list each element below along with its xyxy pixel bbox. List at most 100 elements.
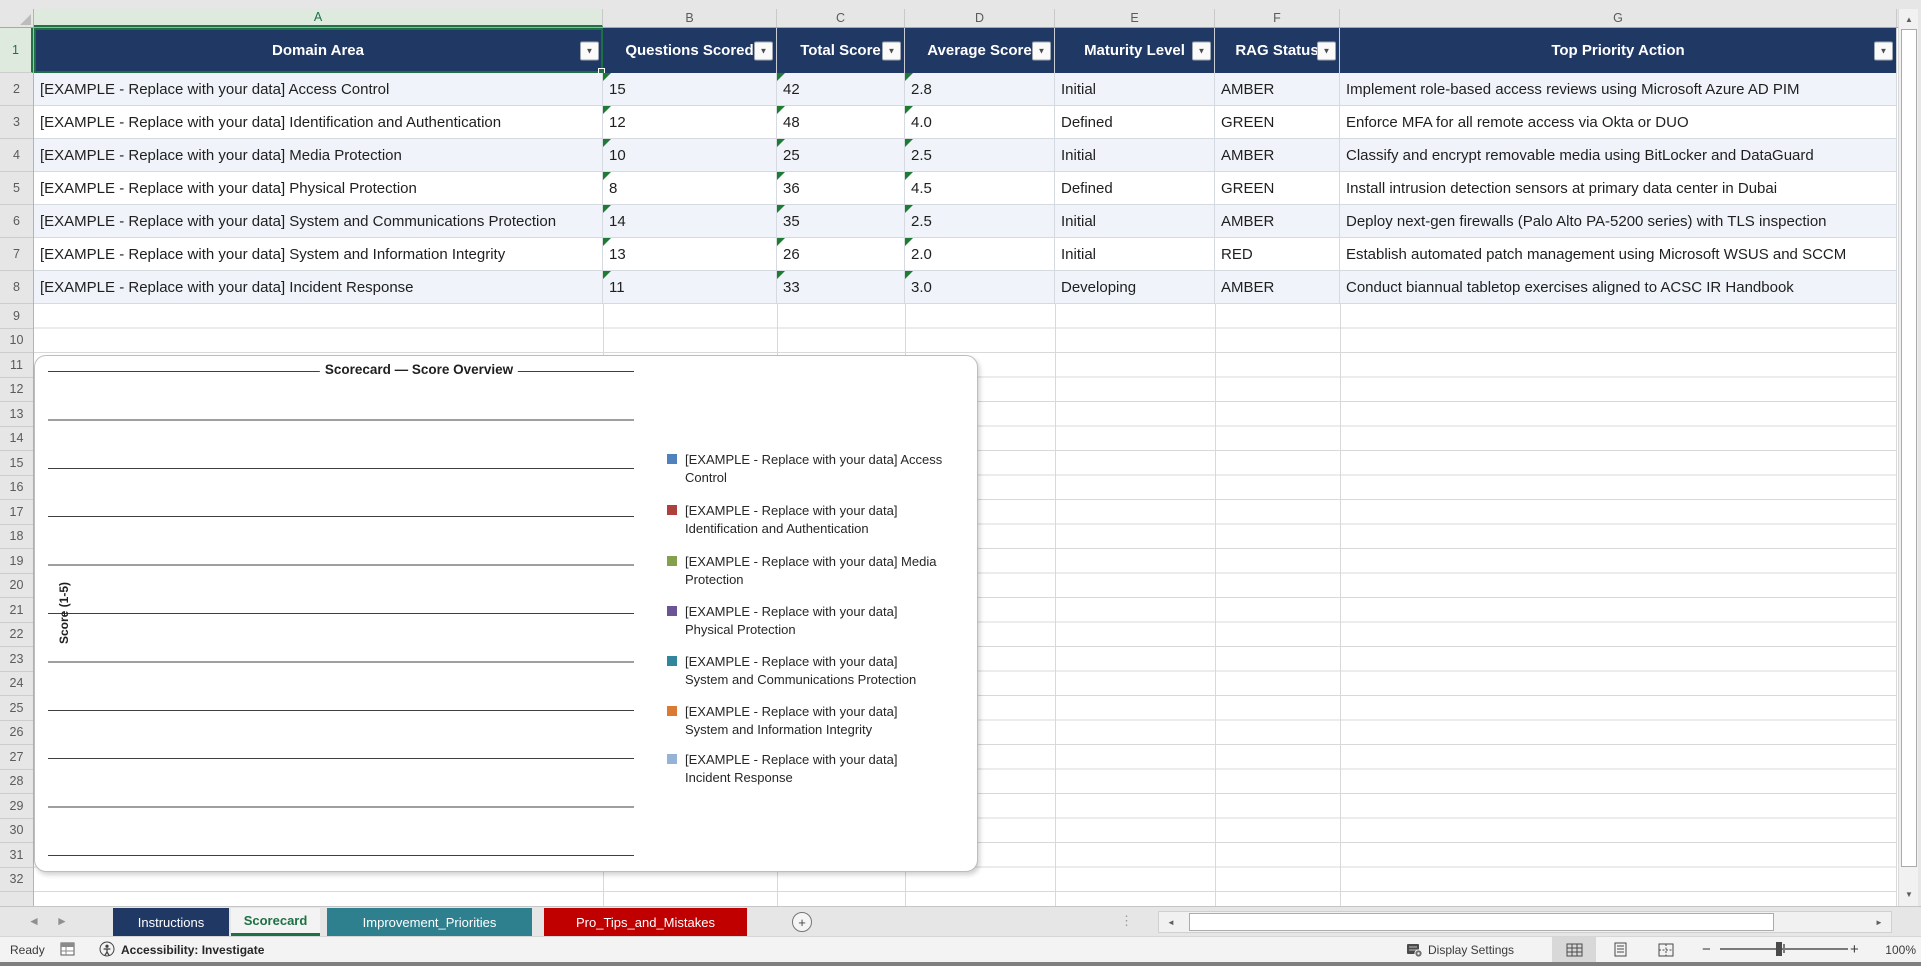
display-settings-button[interactable]: Display Settings bbox=[1406, 937, 1514, 962]
sheet-grid[interactable]: Domain Area ▼ Questions Scored ▼ Total Sco… bbox=[34, 28, 1897, 906]
table-cell[interactable]: 10 bbox=[603, 139, 777, 172]
table-cell[interactable]: AMBER bbox=[1215, 139, 1340, 172]
filter-button[interactable]: ▼ bbox=[1317, 41, 1336, 60]
chart-scorecard-overview[interactable]: Scorecard — Score Overview Score (1-5) [… bbox=[34, 355, 978, 872]
sheet-tab-scorecard[interactable]: Scorecard bbox=[231, 908, 320, 936]
header-cell-domain-area[interactable]: Domain Area ▼ bbox=[34, 28, 603, 73]
chart-legend[interactable]: [EXAMPLE - Replace with your data] Acces… bbox=[667, 356, 972, 871]
table-cell[interactable]: GREEN bbox=[1215, 172, 1340, 205]
legend-item[interactable]: [EXAMPLE - Replace with your data] Acces… bbox=[667, 451, 967, 487]
table-cell[interactable]: Initial bbox=[1055, 139, 1215, 172]
filter-button[interactable]: ▼ bbox=[1032, 41, 1051, 60]
row-header-4[interactable]: 4 bbox=[0, 139, 33, 172]
row-header-8[interactable]: 8 bbox=[0, 271, 33, 304]
row-header-24[interactable]: 24 bbox=[0, 672, 33, 696]
row-header-30[interactable]: 30 bbox=[0, 819, 33, 843]
row-header-23[interactable]: 23 bbox=[0, 647, 33, 672]
zoom-slider-thumb[interactable] bbox=[1776, 942, 1782, 956]
table-cell[interactable]: Enforce MFA for all remote access via Ok… bbox=[1340, 106, 1897, 139]
table-cell[interactable]: 15 bbox=[603, 73, 777, 106]
table-cell[interactable]: 2.8 bbox=[905, 73, 1055, 106]
header-cell-top-priority-action[interactable]: Top Priority Action ▼ bbox=[1340, 28, 1897, 73]
tab-scroll-left-icon[interactable]: ◄ bbox=[28, 914, 40, 928]
column-header-c[interactable]: C bbox=[777, 9, 905, 27]
scroll-down-button[interactable]: ▼ bbox=[1900, 885, 1918, 903]
table-cell[interactable]: [EXAMPLE - Replace with your data] Physi… bbox=[34, 172, 603, 205]
column-header-g[interactable]: G bbox=[1340, 9, 1897, 27]
table-cell[interactable]: 36 bbox=[777, 172, 905, 205]
table-cell[interactable]: 26 bbox=[777, 238, 905, 271]
filter-button[interactable]: ▼ bbox=[1874, 41, 1893, 60]
legend-item[interactable]: [EXAMPLE - Replace with your data] System… bbox=[667, 653, 967, 689]
row-header-27[interactable]: 27 bbox=[0, 745, 33, 770]
row-header-26[interactable]: 26 bbox=[0, 721, 33, 745]
table-cell[interactable]: Developing bbox=[1055, 271, 1215, 304]
row-header-11[interactable]: 11 bbox=[0, 353, 33, 378]
row-header-12[interactable]: 12 bbox=[0, 378, 33, 402]
table-cell[interactable]: Initial bbox=[1055, 238, 1215, 271]
table-cell[interactable]: 8 bbox=[603, 172, 777, 205]
sheet-tab-pro-tips-and-mistakes[interactable]: Pro_Tips_and_Mistakes bbox=[544, 908, 747, 936]
table-cell[interactable]: [EXAMPLE - Replace with your data] Media… bbox=[34, 139, 603, 172]
accessibility-status[interactable]: Accessibility: Investigate bbox=[98, 937, 264, 962]
legend-item[interactable]: [EXAMPLE - Replace with your data] Incide… bbox=[667, 751, 967, 787]
legend-item[interactable]: [EXAMPLE - Replace with your data] Identi… bbox=[667, 502, 967, 538]
macro-record-button[interactable] bbox=[60, 937, 77, 962]
table-cell[interactable]: [EXAMPLE - Replace with your data] Incid… bbox=[34, 271, 603, 304]
row-header-2[interactable]: 2 bbox=[0, 73, 33, 106]
table-cell[interactable]: Initial bbox=[1055, 73, 1215, 106]
row-header-16[interactable]: 16 bbox=[0, 476, 33, 500]
row-header-6[interactable]: 6 bbox=[0, 205, 33, 238]
zoom-in-button[interactable]: + bbox=[1850, 937, 1859, 962]
zoom-out-button[interactable]: − bbox=[1702, 937, 1711, 962]
scroll-up-button[interactable]: ▲ bbox=[1900, 10, 1918, 28]
table-cell[interactable]: Install intrusion detection sensors at p… bbox=[1340, 172, 1897, 205]
table-cell[interactable]: 12 bbox=[603, 106, 777, 139]
filter-button[interactable]: ▼ bbox=[882, 41, 901, 60]
scroll-right-button[interactable]: ► bbox=[1869, 913, 1889, 931]
row-header-31[interactable]: 31 bbox=[0, 843, 33, 868]
row-header-21[interactable]: 21 bbox=[0, 598, 33, 623]
header-cell-rag-status[interactable]: RAG Status ▼ bbox=[1215, 28, 1340, 73]
table-cell[interactable]: Conduct biannual tabletop exercises alig… bbox=[1340, 271, 1897, 304]
row-header-19[interactable]: 19 bbox=[0, 549, 33, 574]
tab-scroll-right-icon[interactable]: ► bbox=[56, 914, 68, 928]
table-cell[interactable]: 2.0 bbox=[905, 238, 1055, 271]
normal-view-button[interactable] bbox=[1552, 937, 1596, 962]
new-sheet-button[interactable]: + bbox=[792, 912, 812, 932]
table-cell[interactable]: Defined bbox=[1055, 106, 1215, 139]
page-layout-view-button[interactable] bbox=[1598, 937, 1642, 962]
table-cell[interactable]: 2.5 bbox=[905, 139, 1055, 172]
legend-item[interactable]: [EXAMPLE - Replace with your data] System… bbox=[667, 703, 967, 739]
row-header-15[interactable]: 15 bbox=[0, 451, 33, 476]
row-header-22[interactable]: 22 bbox=[0, 623, 33, 647]
table-cell[interactable]: 48 bbox=[777, 106, 905, 139]
table-cell[interactable]: Implement role-based access reviews usin… bbox=[1340, 73, 1897, 106]
row-header-18[interactable]: 18 bbox=[0, 525, 33, 549]
column-header-f[interactable]: F bbox=[1215, 9, 1340, 27]
table-cell[interactable]: RED bbox=[1215, 238, 1340, 271]
table-cell[interactable]: 4.5 bbox=[905, 172, 1055, 205]
horizontal-scrollbar[interactable]: ◄ ► bbox=[1158, 911, 1892, 933]
row-header-10[interactable]: 10 bbox=[0, 329, 33, 353]
row-header-17[interactable]: 17 bbox=[0, 500, 33, 525]
column-header-e[interactable]: E bbox=[1055, 9, 1215, 27]
row-header-1[interactable]: 1 bbox=[0, 28, 33, 73]
legend-item[interactable]: [EXAMPLE - Replace with your data] Physic… bbox=[667, 603, 967, 639]
column-header-a[interactable]: A bbox=[34, 9, 603, 27]
table-cell[interactable]: 25 bbox=[777, 139, 905, 172]
header-cell-maturity-level[interactable]: Maturity Level ▼ bbox=[1055, 28, 1215, 73]
filter-button[interactable]: ▼ bbox=[1192, 41, 1211, 60]
table-cell[interactable]: 42 bbox=[777, 73, 905, 106]
row-header-3[interactable]: 3 bbox=[0, 106, 33, 139]
vertical-scrollbar-thumb[interactable] bbox=[1901, 29, 1917, 867]
table-cell[interactable]: Deploy next-gen firewalls (Palo Alto PA-… bbox=[1340, 205, 1897, 238]
table-cell[interactable]: 4.0 bbox=[905, 106, 1055, 139]
row-header-13[interactable]: 13 bbox=[0, 402, 33, 427]
row-header-20[interactable]: 20 bbox=[0, 574, 33, 598]
header-cell-average-score[interactable]: Average Score ▼ bbox=[905, 28, 1055, 73]
table-cell[interactable]: [EXAMPLE - Replace with your data] Acces… bbox=[34, 73, 603, 106]
legend-item[interactable]: [EXAMPLE - Replace with your data] Media… bbox=[667, 553, 967, 589]
table-cell[interactable]: [EXAMPLE - Replace with your data] Syste… bbox=[34, 205, 603, 238]
sheet-tab-improvement-priorities[interactable]: Improvement_Priorities bbox=[327, 908, 532, 936]
